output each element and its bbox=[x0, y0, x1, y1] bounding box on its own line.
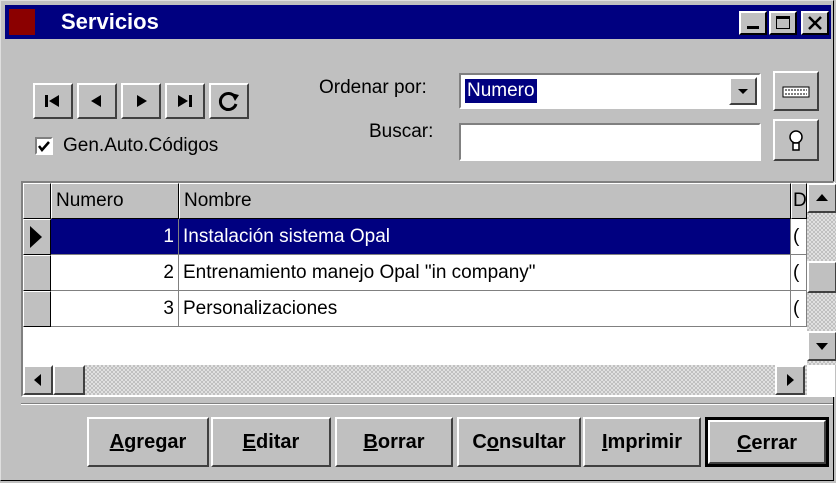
first-icon bbox=[45, 95, 59, 107]
consultar-accel: o bbox=[486, 431, 499, 453]
arrow-up-icon bbox=[816, 194, 828, 201]
table-row-1-nombre[interactable]: Instalación sistema Opal bbox=[179, 219, 791, 255]
ordenar-por-select[interactable]: Numero bbox=[459, 73, 761, 109]
arrow-down-icon bbox=[816, 343, 828, 350]
editar-accel: E bbox=[242, 431, 256, 453]
first-record-button[interactable] bbox=[33, 83, 73, 119]
consultar-label: nsultar bbox=[498, 431, 566, 453]
services-grid[interactable]: Numero Nombre D 1 Instalación sistema Op… bbox=[21, 181, 836, 397]
servicios-window: Servicios Gen.Auto.Códigos Ordenar por: bbox=[0, 0, 836, 481]
vertical-scroll-thumb[interactable] bbox=[807, 261, 836, 293]
row-indicator-1[interactable] bbox=[23, 219, 51, 255]
cerrar-inner bbox=[708, 420, 826, 464]
minimize-icon bbox=[747, 26, 759, 29]
title-bar[interactable]: Servicios bbox=[5, 5, 831, 39]
buscar-input[interactable] bbox=[459, 123, 761, 161]
imprimir-label: mprimir bbox=[607, 431, 683, 453]
consultar-pre: C bbox=[472, 431, 487, 453]
borrar-button[interactable]: Borrar bbox=[335, 417, 453, 467]
refresh-button[interactable] bbox=[209, 83, 249, 119]
table-row-1-numero[interactable]: 1 bbox=[51, 219, 179, 255]
borrar-accel: B bbox=[363, 431, 378, 453]
scroll-left-button[interactable] bbox=[23, 365, 53, 395]
dropdown-button[interactable] bbox=[729, 77, 757, 105]
table-row-2-numero[interactable]: 2 bbox=[51, 255, 179, 291]
lightbulb-icon bbox=[789, 130, 803, 151]
table-row-3-d[interactable]: ( bbox=[791, 291, 807, 327]
next-icon bbox=[137, 95, 147, 107]
search-hint-button[interactable] bbox=[773, 119, 819, 161]
table-row-3-numero[interactable]: 3 bbox=[51, 291, 179, 327]
table-row-1-d[interactable]: ( bbox=[791, 219, 807, 255]
ordenar-por-value: Numero bbox=[465, 79, 537, 103]
imprimir-button[interactable]: Imprimir bbox=[583, 417, 701, 467]
agregar-accel: A bbox=[109, 431, 125, 453]
row-indicator-3[interactable] bbox=[23, 291, 51, 327]
last-icon bbox=[178, 95, 192, 107]
table-row-3-nombre[interactable]: Personalizaciones bbox=[179, 291, 791, 327]
keyboard-icon bbox=[782, 86, 810, 98]
app-icon[interactable] bbox=[9, 9, 35, 35]
window-title: Servicios bbox=[61, 9, 159, 34]
cerrar-button[interactable]: Cerrar bbox=[705, 417, 829, 467]
gen-auto-codigos-label: Gen.Auto.Códigos bbox=[63, 135, 219, 156]
horizontal-scroll-thumb[interactable] bbox=[53, 365, 85, 395]
check-icon bbox=[38, 141, 50, 152]
horizontal-scrollbar[interactable] bbox=[23, 365, 807, 395]
separator bbox=[21, 403, 833, 405]
column-header-nombre[interactable]: Nombre bbox=[179, 183, 791, 219]
arrow-left-icon bbox=[34, 374, 41, 386]
close-icon bbox=[808, 16, 822, 30]
refresh-icon bbox=[218, 92, 239, 111]
vertical-scrollbar[interactable] bbox=[807, 183, 836, 365]
borrar-label: orrar bbox=[377, 431, 425, 453]
scroll-right-button[interactable] bbox=[775, 365, 805, 395]
gen-auto-codigos-checkbox[interactable] bbox=[35, 137, 53, 155]
buscar-label: Buscar: bbox=[369, 121, 434, 142]
last-record-button[interactable] bbox=[165, 83, 205, 119]
column-header-d[interactable]: D bbox=[791, 183, 807, 219]
minimize-button[interactable] bbox=[739, 11, 767, 35]
maximize-icon bbox=[776, 16, 790, 29]
previous-icon bbox=[91, 95, 101, 107]
agregar-button[interactable]: Agregar bbox=[87, 417, 209, 467]
keyboard-button[interactable] bbox=[773, 71, 819, 111]
editar-label: ditar bbox=[256, 431, 300, 453]
next-record-button[interactable] bbox=[121, 83, 161, 119]
ordenar-por-label: Ordenar por: bbox=[319, 77, 427, 98]
scroll-up-button[interactable] bbox=[807, 183, 836, 213]
agregar-label: gregar bbox=[124, 431, 187, 453]
row-indicator-2[interactable] bbox=[23, 255, 51, 291]
column-header-numero[interactable]: Numero bbox=[51, 183, 179, 219]
arrow-right-icon bbox=[787, 374, 794, 386]
table-row-2-d[interactable]: ( bbox=[791, 255, 807, 291]
grid-corner bbox=[23, 183, 51, 219]
current-row-icon bbox=[30, 226, 42, 248]
previous-record-button[interactable] bbox=[77, 83, 117, 119]
consultar-button[interactable]: Consultar bbox=[457, 417, 581, 467]
chevron-down-icon bbox=[738, 89, 748, 94]
maximize-button[interactable] bbox=[769, 11, 797, 35]
table-row-2-nombre[interactable]: Entrenamiento manejo Opal "in company" bbox=[179, 255, 791, 291]
scroll-down-button[interactable] bbox=[807, 331, 836, 361]
editar-button[interactable]: Editar bbox=[211, 417, 331, 467]
close-button[interactable] bbox=[801, 11, 829, 35]
